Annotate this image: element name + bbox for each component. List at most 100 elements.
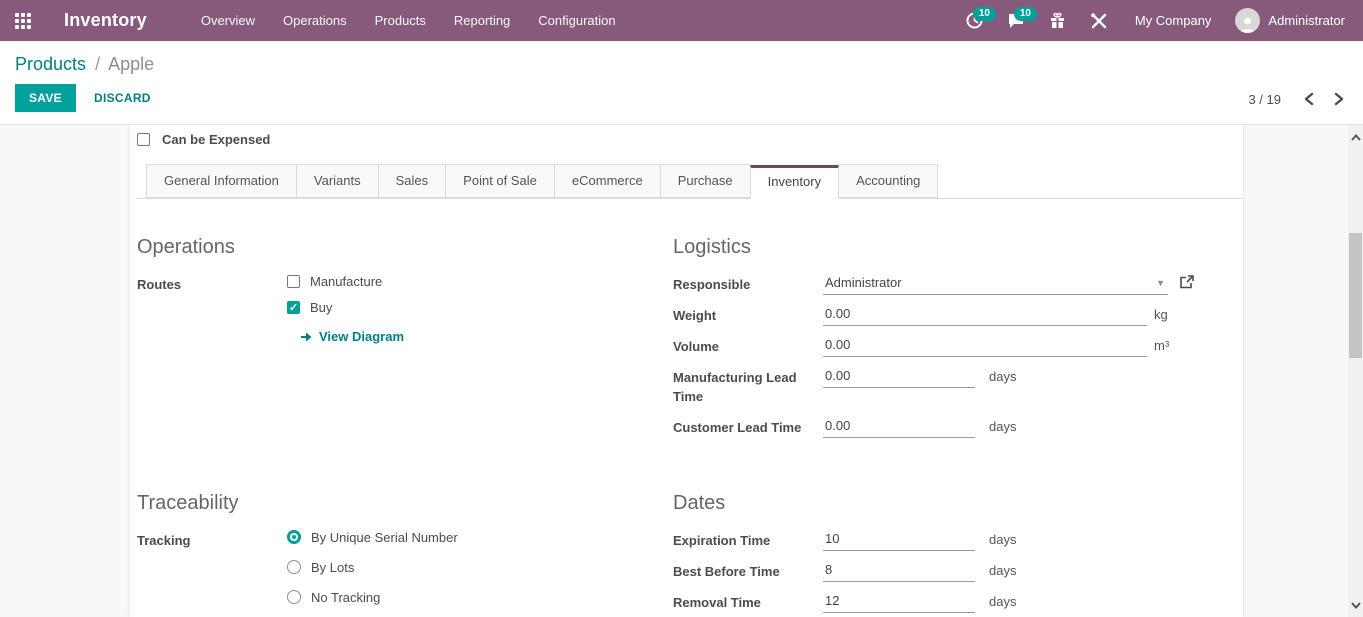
routes-field: Routes Manufacture Buy <box>137 274 673 344</box>
view-diagram-link[interactable]: View Diagram <box>300 329 404 344</box>
best-before-time-input[interactable] <box>823 561 975 582</box>
external-link-icon <box>1180 275 1194 289</box>
manufacturing-lead-time-field: Manufacturing Lead Time days <box>673 367 1243 407</box>
messages-button[interactable]: 10 <box>998 6 1034 35</box>
chevron-down-icon <box>1351 602 1361 609</box>
tab-ecommerce[interactable]: eCommerce <box>554 164 660 198</box>
responsible-label: Responsible <box>673 274 823 295</box>
volume-input[interactable] <box>823 336 1147 357</box>
serial-number-label: By Unique Serial Number <box>311 530 458 545</box>
activity-count-badge: 10 <box>973 7 996 21</box>
operations-title: Operations <box>137 236 673 259</box>
buy-label: Buy <box>310 300 332 315</box>
dates-title: Dates <box>673 492 1243 515</box>
buy-checkbox[interactable] <box>287 301 300 314</box>
menu-overview[interactable]: Overview <box>191 7 265 34</box>
gift-button[interactable] <box>1040 6 1075 35</box>
best-before-time-unit: days <box>989 561 1016 578</box>
tab-sales[interactable]: Sales <box>378 164 446 198</box>
traceability-title: Traceability <box>137 492 673 515</box>
can-be-expensed-field: Can be Expensed <box>137 132 1243 147</box>
menu-configuration[interactable]: Configuration <box>528 7 625 34</box>
no-tracking-radio[interactable] <box>287 590 301 604</box>
volume-field: Volume m³ <box>673 336 1243 357</box>
chevron-left-icon <box>1303 92 1315 106</box>
menu-products[interactable]: Products <box>365 7 436 34</box>
removal-time-label: Removal Time <box>673 592 823 613</box>
removal-time-input[interactable] <box>823 592 975 613</box>
user-name: Administrator <box>1268 13 1345 28</box>
control-panel: Products / Apple SAVE DISCARD 3 / 19 <box>0 41 1363 125</box>
discard-button[interactable]: DISCARD <box>90 84 155 112</box>
can-be-expensed-checkbox[interactable] <box>137 133 150 146</box>
logistics-title: Logistics <box>673 236 1243 259</box>
weight-unit: kg <box>1154 305 1168 322</box>
best-before-time-field: Best Before Time days <box>673 561 1243 582</box>
route-manufacture-option: Manufacture <box>287 274 404 289</box>
volume-label: Volume <box>673 336 823 357</box>
scroll-down-button[interactable] <box>1348 598 1363 613</box>
manufacturing-lead-time-unit: days <box>989 367 1016 384</box>
scroll-up-button[interactable] <box>1348 130 1363 145</box>
tracking-lots-option: By Lots <box>287 560 458 575</box>
manufacture-checkbox[interactable] <box>287 275 300 288</box>
tools-button[interactable] <box>1081 6 1117 36</box>
customer-lead-time-input[interactable] <box>823 417 975 438</box>
breadcrumb-products-link[interactable]: Products <box>15 54 86 74</box>
dates-section: Dates Expiration Time days Best Before T… <box>673 492 1243 617</box>
app-title: Inventory <box>64 10 147 31</box>
tab-point-of-sale[interactable]: Point of Sale <box>445 164 554 198</box>
expiration-time-label: Expiration Time <box>673 530 823 551</box>
volume-unit: m³ <box>1154 336 1169 353</box>
tab-general-information[interactable]: General Information <box>146 164 296 198</box>
routes-label: Routes <box>137 274 287 295</box>
tab-inventory[interactable]: Inventory <box>750 165 839 199</box>
can-be-expensed-label: Can be Expensed <box>162 132 270 147</box>
chevron-up-icon <box>1351 134 1361 141</box>
weight-input[interactable] <box>823 305 1147 326</box>
pager-previous-button[interactable] <box>1301 90 1317 108</box>
customer-lead-time-field: Customer Lead Time days <box>673 417 1243 438</box>
manufacturing-lead-time-input[interactable] <box>823 367 975 388</box>
by-lots-radio[interactable] <box>287 560 301 574</box>
top-navbar: Inventory Overview Operations Products R… <box>0 0 1363 41</box>
expiration-time-input[interactable] <box>823 530 975 551</box>
weight-label: Weight <box>673 305 823 326</box>
serial-number-radio[interactable] <box>287 530 301 544</box>
operations-section: Operations Routes Manufacture Buy <box>137 236 673 448</box>
tab-variants[interactable]: Variants <box>296 164 378 198</box>
navbar-systray: 10 10 <box>957 4 1363 37</box>
pager-next-button[interactable] <box>1331 90 1347 108</box>
user-menu[interactable]: Administrator <box>1229 4 1351 37</box>
record-pager: 3 / 19 <box>1248 90 1347 108</box>
menu-operations[interactable]: Operations <box>273 7 357 34</box>
routes-options: Manufacture Buy Vie <box>287 274 404 344</box>
activities-button[interactable]: 10 <box>957 6 992 35</box>
tracking-field: Tracking By Unique Serial Number By Lots <box>137 530 673 605</box>
vertical-scrollbar[interactable] <box>1348 125 1363 617</box>
dropdown-caret-icon[interactable]: ▼ <box>1156 278 1168 291</box>
responsible-input[interactable] <box>823 274 1156 294</box>
best-before-time-label: Best Before Time <box>673 561 823 582</box>
arrow-right-icon <box>300 331 313 343</box>
breadcrumb-current: Apple <box>108 54 154 74</box>
internal-link-button[interactable] <box>1180 275 1194 289</box>
menu-reporting[interactable]: Reporting <box>444 7 520 34</box>
tab-purchase[interactable]: Purchase <box>660 164 750 198</box>
traceability-section: Traceability Tracking By Unique Serial N… <box>137 492 673 617</box>
expiration-time-unit: days <box>989 530 1016 547</box>
breadcrumb-separator: / <box>95 54 100 74</box>
scrollbar-thumb[interactable] <box>1349 233 1362 358</box>
message-count-badge: 10 <box>1014 7 1037 21</box>
save-button[interactable]: SAVE <box>15 84 76 112</box>
company-switcher[interactable]: My Company <box>1123 7 1224 34</box>
apps-menu-button[interactable] <box>0 0 46 41</box>
apps-grid-icon <box>15 13 31 29</box>
tab-accounting[interactable]: Accounting <box>839 164 938 198</box>
weight-field: Weight kg <box>673 305 1243 326</box>
inventory-tab-content: Operations Routes Manufacture Buy <box>137 199 1243 617</box>
view-diagram-label: View Diagram <box>319 329 404 344</box>
control-panel-buttons: SAVE DISCARD <box>15 84 1363 112</box>
tracking-none-option: No Tracking <box>287 590 458 605</box>
customer-lead-time-label: Customer Lead Time <box>673 417 823 438</box>
